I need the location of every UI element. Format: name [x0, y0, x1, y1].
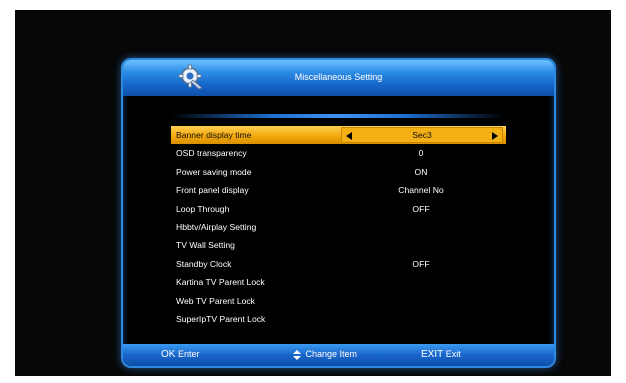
title-bar: Miscellaneous Setting [123, 60, 554, 96]
menu-item-value: OFF [412, 203, 430, 214]
right-arrow-icon[interactable] [492, 132, 498, 140]
menu-item-front-panel-display[interactable]: Front panel display Channel No [171, 181, 506, 199]
menu-item-value: OFF [412, 258, 430, 269]
exit-key-label: EXIT [421, 349, 444, 360]
exit-hint[interactable]: EXIT Exit [421, 349, 461, 360]
menu-item-label: TV Wall Setting [176, 240, 235, 251]
settings-menu: Banner display time Sec3 OSD transparenc… [171, 126, 506, 328]
exit-action-label: Exit [445, 349, 461, 359]
menu-item-hbbtv-airplay-setting[interactable]: Hbbtv/Airplay Setting [171, 218, 506, 236]
footer-bar: OK Enter Change Item EXIT Exit [123, 344, 554, 366]
up-down-arrow-icon [293, 349, 301, 360]
menu-item-label: Kartina TV Parent Lock [176, 277, 265, 288]
menu-item-loop-through[interactable]: Loop Through OFF [171, 200, 506, 218]
menu-item-kartina-tv-parent-lock[interactable]: Kartina TV Parent Lock [171, 273, 506, 291]
menu-item-value: ON [414, 166, 428, 177]
menu-item-label: Power saving mode [176, 166, 252, 177]
tv-screen: Miscellaneous Setting Banner display tim… [15, 10, 611, 376]
menu-item-label: Banner display time [176, 130, 252, 140]
ok-enter-hint[interactable]: OK Enter [161, 349, 199, 360]
menu-item-web-tv-parent-lock[interactable]: Web TV Parent Lock [171, 292, 506, 310]
menu-item-label: Standby Clock [176, 258, 232, 269]
dialog-title: Miscellaneous Setting [294, 72, 383, 82]
settings-dialog: Miscellaneous Setting Banner display tim… [121, 58, 556, 368]
menu-item-banner-display-time[interactable]: Banner display time Sec3 [171, 126, 506, 145]
menu-item-label: Loop Through [176, 203, 230, 214]
menu-item-superiptv-parent-lock[interactable]: SuperIpTV Parent Lock [171, 310, 506, 328]
value-selector[interactable]: Sec3 [341, 127, 503, 143]
menu-item-label: Hbbtv/Airplay Setting [176, 221, 257, 232]
menu-item-label: Front panel display [176, 185, 249, 196]
menu-item-value: 0 [418, 148, 424, 159]
menu-item-tv-wall-setting[interactable]: TV Wall Setting [171, 236, 506, 254]
menu-item-value: Sec3 [412, 130, 432, 140]
change-item-hint[interactable]: Change Item [293, 349, 357, 360]
menu-item-value: Channel No [398, 185, 444, 196]
menu-item-osd-transparency[interactable]: OSD transparency 0 [171, 144, 506, 162]
change-item-label: Change Item [305, 349, 358, 359]
separator [171, 114, 505, 118]
menu-item-label: Web TV Parent Lock [176, 295, 255, 306]
menu-item-power-saving-mode[interactable]: Power saving mode ON [171, 163, 506, 181]
menu-item-label: OSD transparency [176, 148, 247, 159]
menu-item-standby-clock[interactable]: Standby Clock OFF [171, 255, 506, 273]
menu-item-label: SuperIpTV Parent Lock [176, 313, 266, 324]
ok-key-label: OK [161, 349, 176, 360]
ok-action-label: Enter [177, 349, 200, 359]
